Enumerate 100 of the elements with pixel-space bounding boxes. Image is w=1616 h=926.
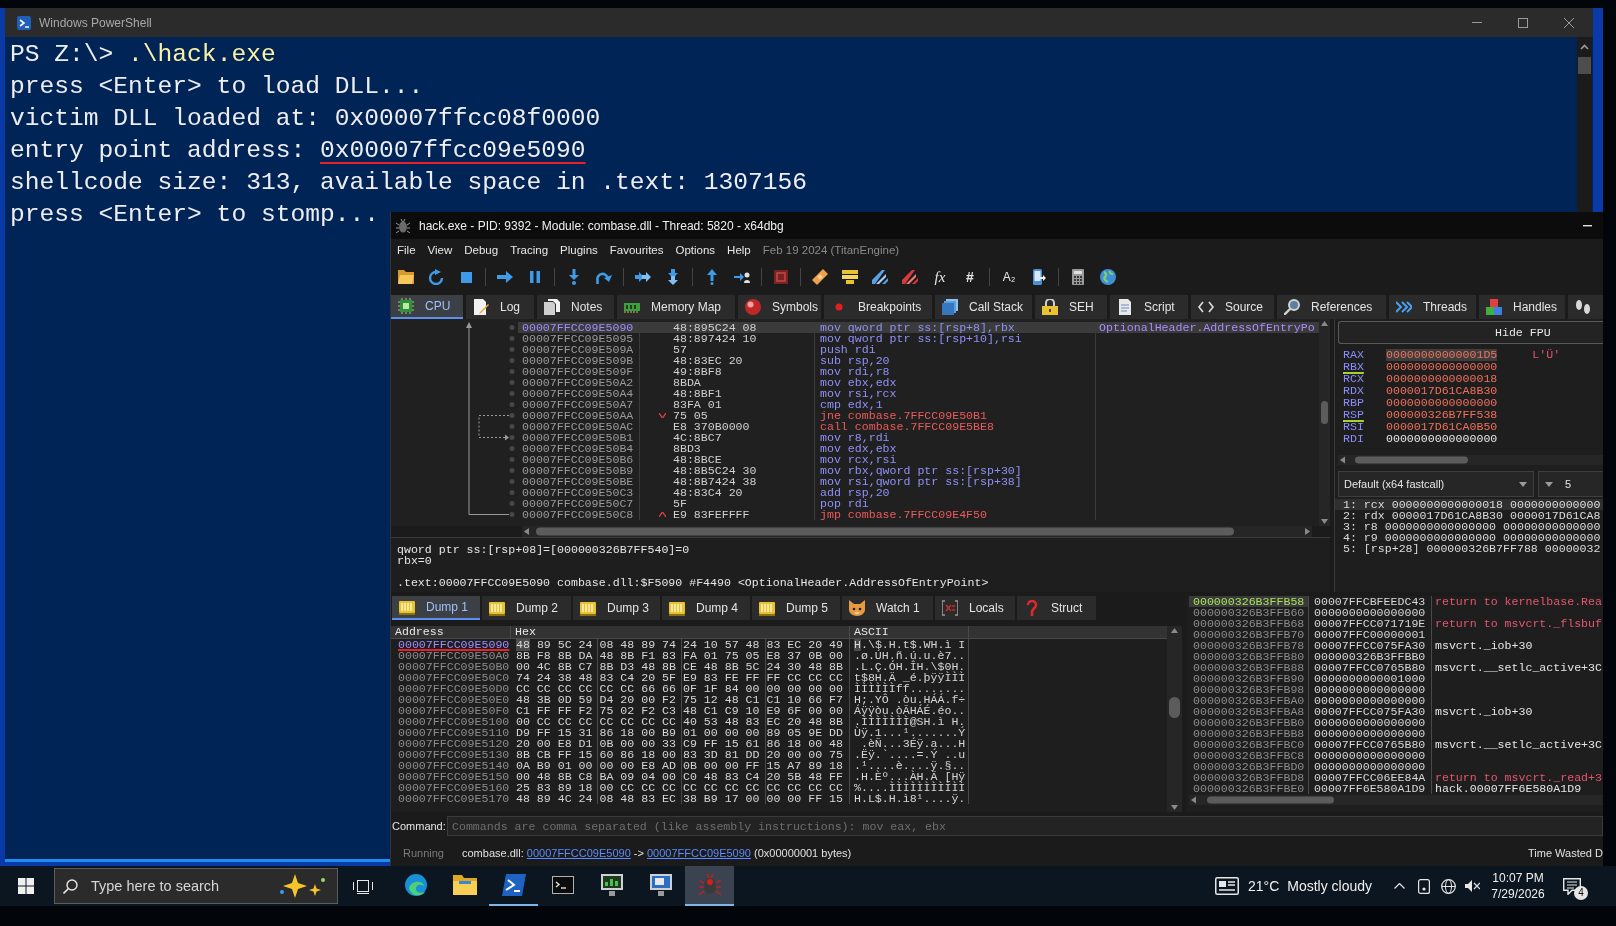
register-value[interactable]: 00000000000001D5 (1386, 349, 1498, 361)
address-cell: 00007FFCC09E50C8 (518, 509, 640, 520)
bytes-cell: 48:8B5C24 30 (640, 465, 815, 476)
menu-item[interactable]: Favourites (603, 241, 670, 260)
tab[interactable]: Watch 1 (842, 596, 933, 620)
pause-icon[interactable] (530, 271, 540, 283)
address-cell: 00007FFCC09E509F (518, 366, 640, 377)
minimize-icon (1582, 224, 1592, 227)
tab[interactable]: Source (1191, 295, 1274, 319)
hex-cell: 25 83 89 18 00 CC CC CC CC CC CC CC CC CC CC CC (511, 782, 850, 793)
address-cell: 000000326B3FFB78 (1189, 640, 1309, 651)
stripes-icon[interactable] (872, 270, 888, 284)
menu-item[interactable]: View (421, 241, 459, 260)
search-field[interactable]: Type here to search (91, 874, 256, 898)
register-value[interactable]: 0000000000000000 (1386, 433, 1498, 445)
tab[interactable]: Dump 2 (482, 596, 571, 620)
register-value[interactable]: 0000000000000000 (1386, 397, 1498, 409)
tab[interactable]: Notes (537, 295, 614, 319)
folder-icon[interactable] (398, 270, 414, 284)
tab[interactable]: Threads (1389, 295, 1476, 319)
argument-count-spinbox[interactable]: 5 (1538, 471, 1603, 497)
menu-item[interactable]: Tracing (504, 241, 555, 260)
tab[interactable]: CPU (391, 295, 463, 319)
device-arrow-icon[interactable] (1032, 269, 1046, 285)
console-prompt-icon (17, 15, 31, 30)
toolbar-button[interactable]: # (964, 269, 976, 285)
toolbar-button[interactable]: fx (932, 269, 948, 285)
stripes-icon[interactable] (902, 270, 918, 284)
tile-icon[interactable] (774, 270, 788, 284)
tab[interactable]: SEH (1035, 295, 1107, 319)
bars-icon[interactable] (842, 270, 858, 284)
tab[interactable]: Call Stack (935, 295, 1032, 319)
tab[interactable]: Dump 1 (392, 596, 480, 620)
tab[interactable]: References (1277, 295, 1386, 319)
restart-icon[interactable] (428, 269, 444, 285)
double-arrow-right-icon[interactable] (635, 272, 651, 282)
register-value[interactable]: 0000000000000018 (1386, 373, 1498, 385)
ascii-cell: ÌÌÌÌÌÌff........ (850, 683, 969, 694)
register-value[interactable]: 0000000000000000 (1386, 361, 1498, 373)
tab[interactable]: Dump 5 (752, 596, 840, 620)
bandage-icon[interactable] (812, 269, 828, 285)
register-value[interactable]: 0000017D61CA8B30 (1386, 385, 1498, 397)
value-cell: 00007FFCC0765B80 (1309, 662, 1432, 673)
menu-item[interactable]: Options (669, 241, 722, 260)
argument-row-text: 2: rdx 0000017D61CA8B30 0000017D61CA8 (1342, 510, 1602, 521)
argument-row-text: 5: [rsp+28] 000000326B7FF788 00000032 (1342, 543, 1602, 554)
stop-icon[interactable] (460, 271, 472, 283)
scrollbar[interactable] (1338, 455, 1603, 465)
scrollbar[interactable] (1319, 319, 1330, 526)
tab[interactable]: Script (1110, 295, 1188, 319)
double-arrow-down-icon[interactable] (668, 269, 678, 285)
comment-cell-text: return to kernelbase.Rea (1434, 596, 1603, 607)
news-icon (1215, 877, 1239, 895)
address-link[interactable]: 00007FFCC09E5090 (647, 846, 751, 859)
search-bar[interactable]: Type here to search (54, 868, 338, 904)
calling-convention-dropdown[interactable]: Default (x64 fastcall) (1338, 471, 1534, 497)
address-link[interactable]: 00007FFCC09E5090 (526, 846, 631, 859)
arrow-down-dot-icon[interactable] (569, 269, 579, 285)
tab[interactable]: Locals (935, 596, 1015, 620)
globe-icon[interactable] (1100, 269, 1116, 285)
maximize-icon (1518, 17, 1528, 28)
tab[interactable]: Symbols (738, 295, 821, 319)
tab[interactable]: Dump 3 (573, 596, 660, 620)
bytes-cell: 48:895C24 08 (640, 322, 815, 333)
notification-button[interactable]: 4 (1552, 866, 1592, 906)
menu-item[interactable]: File (391, 241, 422, 260)
menu-item[interactable]: Plugins (554, 241, 604, 260)
tab[interactable]: Dump 4 (662, 596, 750, 620)
menu-item[interactable]: Debug (458, 241, 505, 260)
menu-item[interactable]: Help (721, 241, 757, 260)
clock-button[interactable]: 10:07 PM 7/29/2026 (1484, 866, 1552, 906)
scrollbar[interactable] (522, 526, 1312, 537)
column-header[interactable]: Address (391, 626, 511, 638)
register-value[interactable]: 0000017D61CA0B50 (1386, 421, 1498, 433)
calculator-icon[interactable] (1072, 269, 1084, 285)
tab[interactable]: Handles (1479, 295, 1565, 319)
register-value[interactable]: 000000326B7FF538 (1386, 409, 1498, 421)
curved-arrow-icon[interactable] (596, 270, 612, 284)
tab[interactable]: Memory Map (617, 295, 735, 319)
scrollbar[interactable] (1189, 795, 1603, 805)
tab[interactable] (1568, 295, 1603, 319)
hex-cell: 8B CB FF 15 60 86 18 00 83 3D 81 DD 20 00 00 75 (511, 749, 850, 760)
tab[interactable]: Log (466, 295, 534, 319)
arrow-up-icon[interactable] (707, 269, 717, 285)
tab[interactable]: Breakpoints (824, 295, 932, 319)
tab[interactable]: Struct (1017, 596, 1096, 620)
toggle-button[interactable]: Hide FPU (1338, 321, 1603, 344)
instruction-cell: mov rcx,rsi (815, 454, 1096, 465)
arrow-right-icon[interactable] (497, 271, 513, 283)
address-cell: 000000326B3FFBD8 (1189, 772, 1309, 783)
scrollbar[interactable] (1577, 37, 1592, 212)
address-cell: 00007FFCC09E50A7 (518, 399, 640, 410)
document-icon (1117, 299, 1133, 315)
weather-button[interactable]: 21°C Mostly cloudy (1210, 866, 1386, 906)
arrow-user-icon[interactable] (734, 271, 750, 283)
scrollbar[interactable] (1167, 626, 1182, 812)
comment-cell-text: msvcrt._iob+30 (1434, 640, 1534, 651)
command-field[interactable]: Commands are comma separated (like assembly instructions): mov eax, ebx (447, 816, 1603, 836)
toolbar-button[interactable]: A₂ (1000, 269, 1018, 285)
argument-row-text: 4: r9 0000000000000000 00000000000000 (1342, 532, 1602, 543)
